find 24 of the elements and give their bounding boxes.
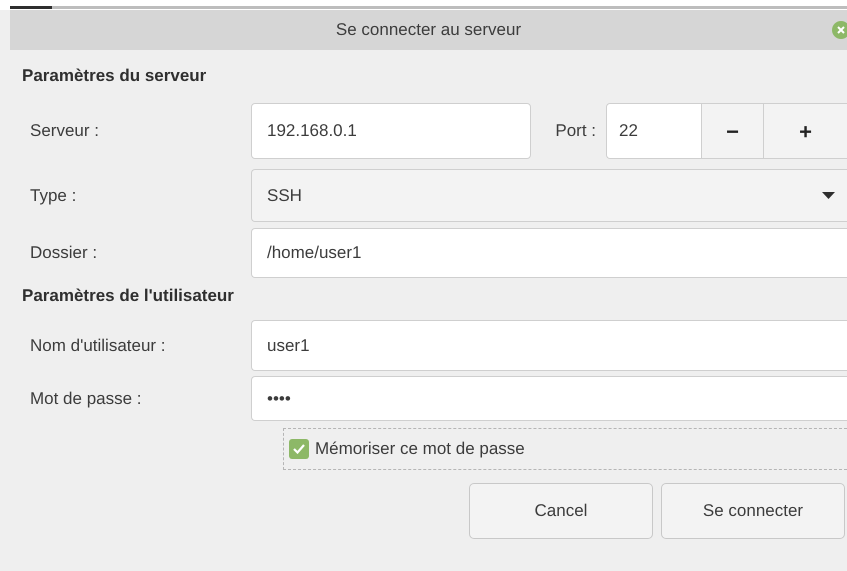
dropdown-caret-icon	[822, 192, 835, 199]
field-label: Type :	[30, 184, 76, 207]
section-heading: Paramètres de l'utilisateur	[22, 284, 234, 306]
folder-field[interactable]: /home/user1	[251, 228, 847, 278]
dialog-button[interactable]: Se connecter	[661, 483, 845, 539]
check-icon	[293, 444, 305, 454]
field-label: Mot de passe :	[30, 388, 142, 410]
field-label: Serveur :	[30, 120, 99, 142]
field-label: Nom d'utilisateur :	[30, 334, 166, 357]
increment-button[interactable]: +	[763, 104, 847, 158]
type-dropdown[interactable]: SSH	[251, 169, 847, 222]
section-heading: Paramètres du serveur	[22, 64, 206, 86]
close-icon[interactable]	[831, 21, 847, 39]
server-field[interactable]: 192.168.0.1	[251, 103, 531, 159]
field-label: Port :	[555, 120, 596, 142]
password-field[interactable]: ••••	[251, 376, 847, 421]
window-title: Se connecter au serveur	[336, 19, 522, 42]
decrement-button[interactable]: −	[701, 104, 763, 158]
port-spinner[interactable]: 22 − +	[606, 103, 847, 159]
dialog-button[interactable]: Cancel	[469, 483, 653, 539]
remember-checkbox[interactable]: Mémoriser ce mot de passe	[283, 428, 847, 470]
field-label: Dossier :	[30, 242, 98, 264]
checkbox[interactable]	[289, 439, 309, 459]
username-field[interactable]: user1	[251, 320, 847, 371]
